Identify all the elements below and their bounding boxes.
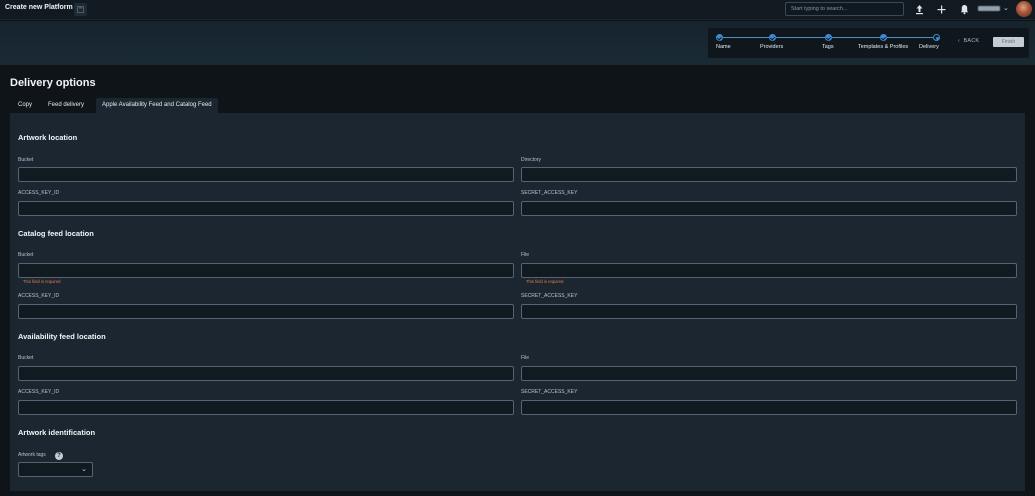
step-delivery-current-icon[interactable]	[933, 34, 940, 41]
step-label-delivery[interactable]: Delivery	[919, 44, 939, 50]
availability-file-input[interactable]	[521, 366, 1017, 381]
availability-access-key-input[interactable]	[18, 400, 514, 415]
artwork-directory-input[interactable]	[521, 167, 1017, 182]
catalog-secret-key-input[interactable]	[521, 304, 1017, 319]
availability-secret-key-label: SECRET_ACCESS_KEY	[521, 389, 578, 395]
search-placeholder: Start typing to search...	[791, 6, 848, 12]
step-providers-check-icon[interactable]	[769, 34, 776, 41]
catalog-bucket-input[interactable]	[18, 263, 514, 278]
catalog-file-input[interactable]	[521, 263, 1017, 278]
chevron-down-icon[interactable]: ⌄	[1003, 4, 1009, 12]
section-title-artwork-identification: Artwork identification	[18, 428, 96, 437]
availability-bucket-input[interactable]	[18, 366, 514, 381]
step-name-check-icon[interactable]	[716, 34, 723, 41]
artwork-tags-select[interactable]: ⌄	[18, 462, 93, 477]
catalog-file-error: This field is required	[526, 279, 564, 284]
artwork-access-key-input[interactable]	[18, 201, 514, 216]
finish-button[interactable]: Finish	[993, 37, 1024, 47]
page-header-title: Create new Platform	[5, 4, 73, 11]
availability-access-key-label: ACCESS_KEY_ID	[18, 389, 60, 395]
tab-apple-feed[interactable]: Apple Availability Feed and Catalog Feed	[96, 98, 218, 113]
help-icon[interactable]: ?	[55, 452, 63, 460]
catalog-access-key-label: ACCESS_KEY_ID	[18, 293, 60, 299]
back-label: BACK	[963, 38, 980, 44]
availability-file-label: File	[521, 355, 530, 361]
catalog-access-key-input[interactable]	[18, 304, 514, 319]
artwork-directory-label: Directory	[521, 157, 542, 163]
step-label-name[interactable]: Name	[716, 44, 731, 50]
catalog-bucket-error: This field is required	[23, 279, 61, 284]
bell-icon[interactable]	[958, 3, 971, 16]
artwork-secret-key-label: SECRET_ACCESS_KEY	[521, 190, 578, 196]
catalog-bucket-label: Bucket	[18, 252, 34, 258]
search-input[interactable]: Start typing to search...	[785, 2, 904, 16]
user-name[interactable]	[978, 6, 1000, 11]
step-label-tags[interactable]: Tags	[822, 44, 834, 50]
artwork-bucket-label: Bucket	[18, 157, 34, 163]
step-label-providers[interactable]: Providers	[760, 44, 783, 50]
catalog-file-label: File	[521, 252, 530, 258]
upload-icon[interactable]	[913, 3, 926, 16]
artwork-access-key-label: ACCESS_KEY_ID	[18, 190, 60, 196]
back-button[interactable]: ‹ BACK	[958, 38, 979, 44]
page-title: Delivery options	[10, 77, 96, 89]
avatar[interactable]	[1016, 1, 1032, 17]
artwork-tags-label: Artwork tags	[18, 452, 46, 458]
artwork-secret-key-input[interactable]	[521, 201, 1017, 216]
section-title-availability-feed: Availability feed location	[18, 332, 106, 341]
availability-bucket-label: Bucket	[18, 355, 34, 361]
tab-copy[interactable]: Copy	[18, 98, 32, 113]
wizard-stepper	[708, 28, 1029, 58]
step-tags-check-icon[interactable]	[825, 34, 832, 41]
tab-feed-delivery[interactable]: Feed delivery	[48, 98, 84, 113]
step-label-templates[interactable]: Templates & Profiles	[858, 44, 908, 50]
availability-secret-key-input[interactable]	[521, 400, 1017, 415]
chevron-down-icon: ⌄	[81, 466, 87, 473]
save-icon[interactable]	[74, 3, 87, 16]
top-bar: Create new Platform Start typing to sear…	[0, 0, 1035, 20]
catalog-secret-key-label: SECRET_ACCESS_KEY	[521, 293, 578, 299]
section-title-catalog-feed: Catalog feed location	[18, 229, 94, 238]
step-templates-check-icon[interactable]	[880, 34, 887, 41]
artwork-bucket-input[interactable]	[18, 167, 514, 182]
section-title-artwork-location: Artwork location	[18, 133, 78, 142]
add-icon[interactable]	[935, 3, 948, 16]
